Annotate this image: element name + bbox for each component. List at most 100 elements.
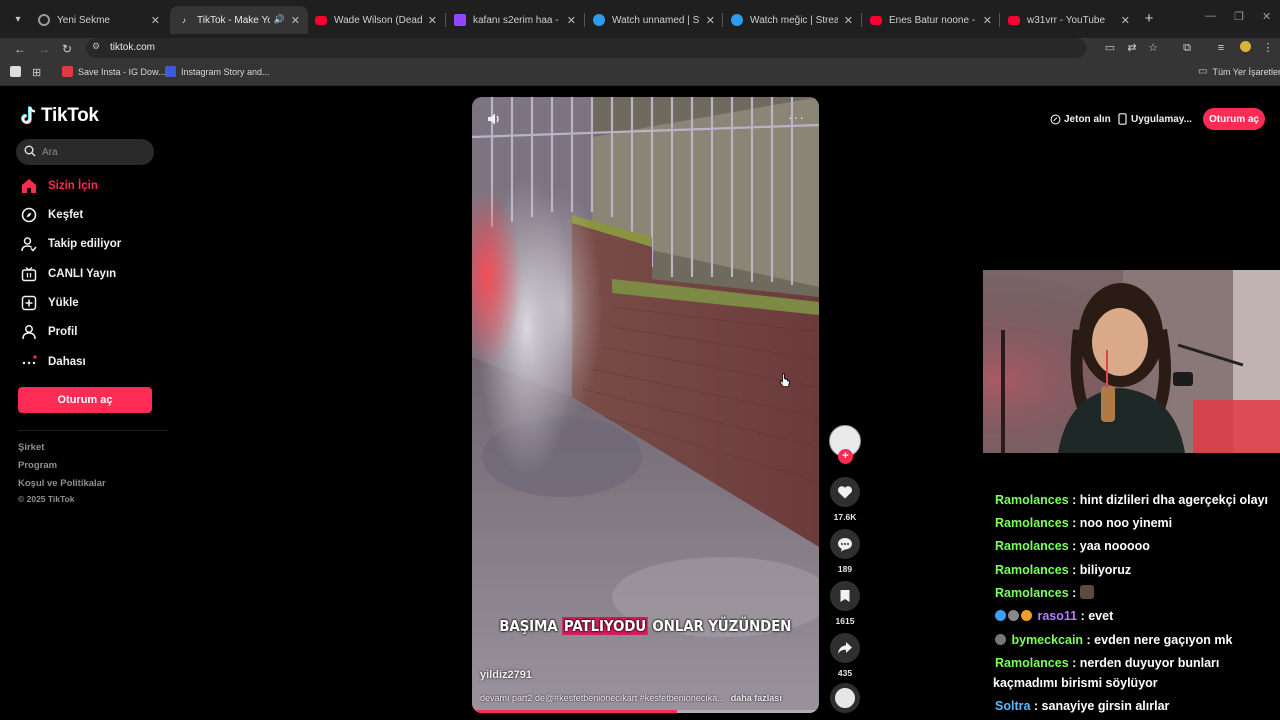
bookmark-instagram-story[interactable]: Instagram Story and...: [165, 66, 270, 77]
music-disc-icon[interactable]: [830, 683, 860, 713]
extensions-icon[interactable]: ⧉: [1180, 41, 1194, 55]
browser-tab[interactable]: Wade Wilson (Deadpool) ✕: [307, 6, 445, 34]
nav-following[interactable]: Takip ediliyor: [20, 233, 121, 255]
footer-terms-link[interactable]: Koşul ve Politikalar: [18, 478, 106, 489]
phone-icon: [1118, 113, 1127, 125]
translate-icon[interactable]: ⇄: [1125, 41, 1139, 55]
browser-tab[interactable]: Yeni Sekme ✕: [30, 6, 168, 34]
nav-live[interactable]: CANLI Yayın: [20, 263, 116, 285]
tab-close-icon[interactable]: ✕: [428, 14, 437, 27]
chat-text: kaçmadımı birismi söylüyor: [993, 676, 1158, 690]
browser-tab[interactable]: Watch meğic | Streamable ✕: [723, 6, 861, 34]
cast-icon[interactable]: ▭: [1103, 41, 1117, 55]
chat-text: : evden nere gaçıyon mk: [1083, 633, 1233, 647]
caption-highlight: PATLIYODU: [562, 617, 649, 635]
reload-button[interactable]: ↻: [58, 40, 76, 58]
video-player[interactable]: ··· BAŞIMA PATLIYODU ONLAR YÜZÜNDEN yild…: [472, 97, 819, 713]
browser-tab[interactable]: ♪ TikTok - Make Your Day 🔊 ✕: [170, 6, 308, 34]
forward-button[interactable]: →: [35, 40, 53, 58]
chat-username[interactable]: Soltra: [995, 696, 1030, 716]
nav-upload[interactable]: Yükle: [20, 292, 79, 314]
see-more-link[interactable]: daha fazlası: [731, 693, 782, 703]
nav-label: Takip ediliyor: [48, 238, 122, 250]
close-window-button[interactable]: ✕: [1262, 10, 1271, 23]
tab-audio-icon[interactable]: 🔊: [274, 15, 285, 25]
follow-plus-icon[interactable]: +: [838, 449, 853, 464]
upload-icon: [20, 294, 38, 312]
grid-icon[interactable]: ⊞: [32, 66, 41, 79]
nav-profile[interactable]: Profil: [20, 321, 77, 343]
chat-badge-icon: [995, 610, 1006, 621]
tab-close-icon[interactable]: ✕: [983, 14, 992, 27]
nav-for-you[interactable]: Sizin İçin: [20, 175, 98, 197]
back-button[interactable]: ←: [11, 40, 29, 58]
tab-close-icon[interactable]: ✕: [844, 14, 853, 27]
tab-close-icon[interactable]: ✕: [291, 14, 300, 27]
footer-company-link[interactable]: Şirket: [18, 442, 44, 453]
maximize-button[interactable]: ❐: [1234, 10, 1244, 23]
nav-more[interactable]: Dahası: [20, 351, 86, 373]
tab-close-icon[interactable]: ✕: [1121, 14, 1130, 27]
chat-username[interactable]: Ramolances: [995, 653, 1069, 673]
new-tab-button[interactable]: +: [1141, 10, 1157, 28]
chat-message: Ramolances : yaa nooooo: [995, 536, 1280, 556]
chat-text: : evet: [1077, 609, 1114, 623]
chat-username[interactable]: raso11: [1037, 606, 1077, 626]
browser-tab[interactable]: Watch unnamed | Streamable ✕: [585, 6, 723, 34]
bookmark-label: Instagram Story and...: [181, 66, 270, 77]
apps-icon[interactable]: [10, 66, 26, 77]
profile-avatar-icon[interactable]: [1238, 41, 1252, 55]
nav-label: Sizin İçin: [48, 180, 98, 192]
chat-username[interactable]: Ramolances: [995, 560, 1069, 580]
media-control-icon[interactable]: ≡: [1214, 41, 1228, 55]
share-icon: [838, 642, 852, 654]
like-button[interactable]: [830, 477, 860, 507]
tiktok-page: TikTok Sizin İçin Keşfet Takip ediliyor …: [0, 87, 1280, 720]
tiktok-logo[interactable]: TikTok: [20, 105, 99, 127]
bookmark-star-icon[interactable]: ☆: [1146, 41, 1160, 55]
tab-close-icon[interactable]: ✕: [567, 14, 576, 27]
video-progress-bar[interactable]: [472, 710, 819, 713]
get-coins-button[interactable]: Jeton alın: [1050, 108, 1111, 130]
tab-title: Watch meğic | Streamable: [750, 14, 838, 26]
caption-text-before: BAŞIMA: [499, 617, 563, 635]
nav-explore[interactable]: Keşfet: [20, 204, 83, 226]
site-info-icon[interactable]: ⚙: [92, 41, 104, 53]
header-login-button[interactable]: Oturum aç: [1203, 108, 1265, 130]
save-button[interactable]: [830, 581, 860, 611]
chrome-icon: [38, 14, 50, 26]
bookmark-save-insta[interactable]: Save Insta - IG Dow...: [62, 66, 166, 77]
address-bar[interactable]: ⚙ tiktok.com: [86, 38, 1086, 58]
volume-icon[interactable]: [486, 111, 502, 127]
streamable-icon: [593, 14, 605, 26]
chat-username[interactable]: Ramolances: [995, 583, 1069, 603]
chat-username[interactable]: bymeckcain: [1011, 630, 1083, 650]
get-app-button[interactable]: Uygulamay...: [1118, 108, 1192, 130]
browser-tab[interactable]: Enes Batur noone - YouTube ✕: [862, 6, 1000, 34]
tab-close-icon[interactable]: ✕: [151, 14, 160, 27]
browser-tab[interactable]: kafanı s2erim haa - Twitch ✕: [446, 6, 584, 34]
chrome-menu-icon[interactable]: ⋮: [1261, 41, 1275, 55]
logo-text: TikTok: [41, 105, 99, 126]
chat-username[interactable]: Ramolances: [995, 513, 1069, 533]
sidebar-login-button[interactable]: Oturum aç: [18, 387, 152, 413]
comment-button[interactable]: [830, 529, 860, 559]
tab-search-button[interactable]: ▾: [8, 9, 28, 29]
search-input[interactable]: [42, 139, 148, 165]
chat-username[interactable]: Ramolances: [995, 536, 1069, 556]
video-options-icon[interactable]: ···: [788, 109, 805, 125]
footer-program-link[interactable]: Program: [18, 460, 57, 471]
share-button[interactable]: [830, 633, 860, 663]
nav-label: Keşfet: [48, 209, 84, 221]
chat-message: kaçmadımı birismi söylüyor: [993, 673, 1280, 693]
profile-icon: [20, 323, 38, 341]
chat-username[interactable]: Ramolances: [995, 490, 1069, 510]
chat-message: Ramolances : biliyoruz: [995, 560, 1280, 580]
all-bookmarks-folder[interactable]: ▭ Tüm Yer İşaretleri: [1198, 66, 1280, 77]
chat-emote-icon: [1079, 585, 1094, 599]
tab-close-icon[interactable]: ✕: [706, 14, 715, 27]
browser-tab[interactable]: w31vrr - YouTube ✕: [1000, 6, 1138, 34]
video-author[interactable]: yildiz2791: [480, 669, 532, 681]
search-box[interactable]: [16, 139, 154, 165]
minimize-button[interactable]: —: [1205, 10, 1216, 22]
